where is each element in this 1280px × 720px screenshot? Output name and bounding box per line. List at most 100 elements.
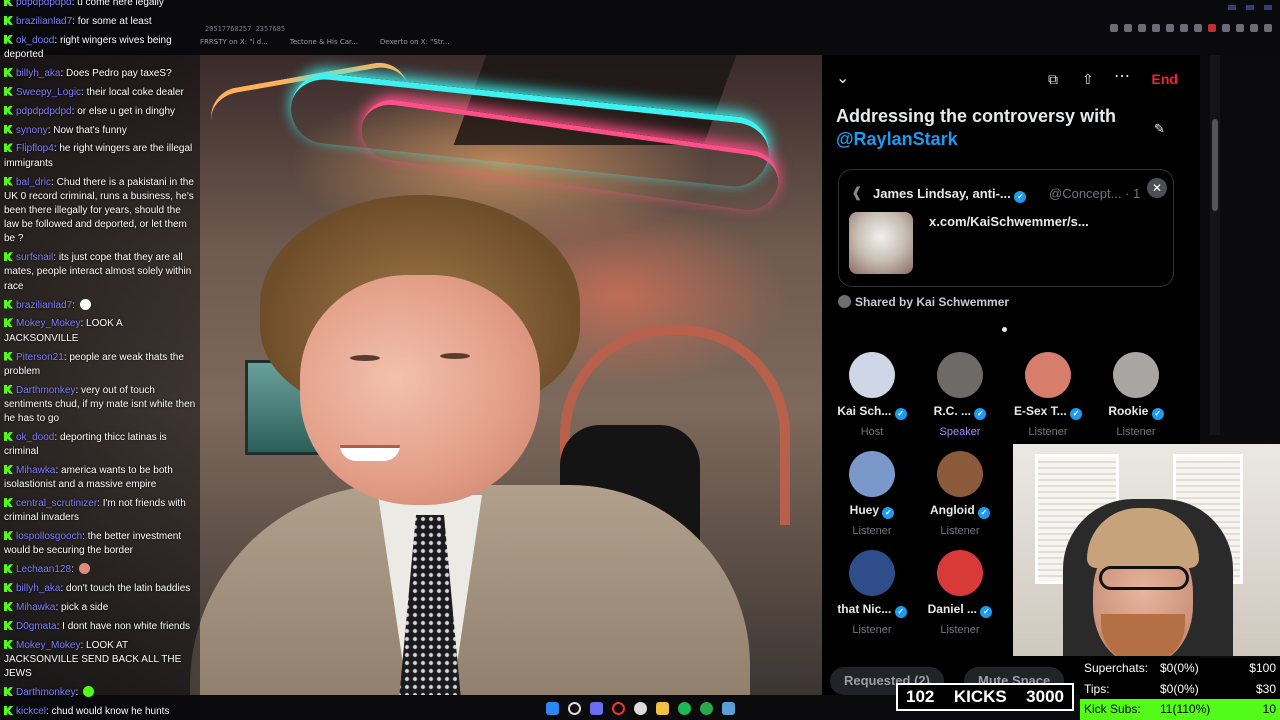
- chat-username[interactable]: ok_dood: [16, 35, 54, 46]
- extension-icon[interactable]: [1124, 24, 1132, 32]
- kick-badge-icon: [4, 583, 13, 593]
- space-participant[interactable]: R.C. ... ✓ Speaker: [916, 352, 1004, 438]
- chat-username[interactable]: Darthmonkey: [16, 687, 75, 698]
- extension-icon[interactable]: [1208, 24, 1216, 32]
- chat-text: I dont have non white friends: [62, 620, 191, 632]
- more-icon[interactable]: ⋯: [1114, 69, 1130, 85]
- chat-username[interactable]: Mihawka: [16, 602, 55, 613]
- chat-username[interactable]: synony: [16, 125, 48, 136]
- chat-message: Flipflop4: he right wingers are the ille…: [4, 143, 193, 169]
- xbox-icon[interactable]: [699, 702, 713, 715]
- chat-username[interactable]: brazilianlad7: [16, 300, 72, 311]
- kick-badge-icon: [4, 34, 13, 44]
- browser-tab[interactable]: Dexerto on X: "Str...: [380, 38, 450, 46]
- chat-username[interactable]: surfsnail: [16, 252, 53, 263]
- space-title-mention[interactable]: @RaylanStark: [836, 128, 1136, 151]
- kick-badge-icon: [4, 105, 13, 115]
- pip-icon[interactable]: ⧉: [1048, 71, 1058, 87]
- verified-icon: ✓: [894, 606, 907, 618]
- chat-username[interactable]: lospollosgooch: [16, 531, 82, 542]
- chat-username[interactable]: central_scrutinizer: [16, 498, 97, 509]
- chat-username[interactable]: bal_dric: [16, 177, 51, 188]
- browser-tab[interactable]: Tectone & His Car...: [290, 38, 358, 46]
- bookmark-icon[interactable]: [1250, 24, 1258, 32]
- kick-badge-icon: [4, 15, 13, 25]
- chat-username[interactable]: billyh_aka: [16, 583, 60, 594]
- extension-icon[interactable]: [1222, 24, 1230, 32]
- chat-username[interactable]: Darthmonkey: [16, 385, 75, 396]
- browser-tab[interactable]: FRRSTY on X: "i d...: [200, 38, 268, 46]
- chat-username[interactable]: Sweepy_Logic: [16, 87, 81, 98]
- chat-username[interactable]: Mokey_Mokey: [16, 640, 80, 651]
- chat-text: u come here legally: [77, 0, 164, 8]
- post-link[interactable]: x.com/KaiSchwemmer/s...: [929, 214, 1089, 229]
- space-participant[interactable]: Angloid ✓ Listener: [916, 451, 1004, 537]
- chat-username[interactable]: ok_dood: [16, 432, 54, 443]
- participant-name-text: R.C. ...: [933, 404, 971, 418]
- chat-username[interactable]: brazilianlad7: [16, 16, 72, 27]
- chat-text: for some at least: [77, 15, 152, 27]
- spotify-icon[interactable]: [677, 702, 691, 715]
- kick-badge-icon: [4, 564, 13, 574]
- chrome-icon[interactable]: [633, 702, 647, 715]
- scrollbar-thumb[interactable]: [1212, 119, 1218, 211]
- minimize-icon[interactable]: [1228, 5, 1236, 10]
- chat-username[interactable]: Mihawka: [16, 465, 55, 476]
- extension-icon[interactable]: [1152, 24, 1160, 32]
- chevron-down-icon[interactable]: ⌄: [836, 71, 849, 87]
- opera-icon[interactable]: [611, 702, 625, 715]
- space-participant[interactable]: Huey ✓ Listener: [828, 451, 916, 537]
- edit-icon[interactable]: ✎: [1154, 121, 1165, 137]
- shield-icon[interactable]: [1166, 24, 1174, 32]
- chat-username[interactable]: Mokey_Mokey: [16, 318, 80, 329]
- chat-username[interactable]: D0gmata: [16, 621, 57, 632]
- space-participant[interactable]: that Nic... ✓ Listener: [828, 550, 916, 636]
- chat-username[interactable]: Lechaan128: [16, 564, 71, 575]
- chat-username[interactable]: pdpdpdpdpd: [16, 106, 72, 117]
- kick-badge-icon: [4, 687, 13, 697]
- chat-message: central_scrutinizer: I'm not friends wit…: [4, 498, 186, 524]
- search-icon[interactable]: [567, 702, 581, 715]
- verified-icon: ✓: [882, 507, 895, 519]
- participant-name: E-Sex T... ✓: [1004, 404, 1092, 420]
- verified-icon: ✓: [974, 408, 987, 420]
- chat-username[interactable]: billyh_aka: [16, 68, 60, 79]
- chat-message: brazilianlad7: for some at least: [4, 15, 196, 29]
- chat-username[interactable]: pdpdpdpdpd: [16, 0, 72, 8]
- chat-message: pdpdpdpdpd: u come here legally: [4, 0, 196, 10]
- extension-icon[interactable]: [1138, 24, 1146, 32]
- streamer-webcam: [1013, 444, 1280, 656]
- steam-icon[interactable]: [721, 702, 735, 715]
- participant-role: Speaker: [939, 426, 981, 438]
- chat-username[interactable]: Piterson21: [16, 352, 64, 363]
- close-icon[interactable]: ✕: [1147, 178, 1167, 198]
- goal-target: 10: [1262, 702, 1276, 717]
- face: [300, 275, 540, 505]
- pinned-post-card[interactable]: ❰ James Lindsay, anti-... ✓ @Concept... …: [838, 169, 1174, 287]
- participant-name: R.C. ... ✓: [916, 404, 1004, 420]
- chat-username[interactable]: Flipflop4: [16, 143, 54, 154]
- participant-name: Daniel ... ✓: [916, 602, 1004, 618]
- zoom-icon[interactable]: [1110, 24, 1118, 32]
- scrollbar[interactable]: [1210, 55, 1220, 435]
- extension-icon[interactable]: [1194, 24, 1202, 32]
- windows-start-icon[interactable]: [545, 702, 559, 715]
- menu-icon[interactable]: [1264, 24, 1272, 32]
- share-icon[interactable]: ⇧: [1082, 71, 1094, 87]
- folder-icon[interactable]: [655, 702, 669, 715]
- participant-role: Listener: [852, 624, 892, 636]
- end-space-button[interactable]: End: [1152, 71, 1178, 87]
- chat-message: bal_dric: Chud there is a pakistani in t…: [4, 176, 194, 245]
- space-participant[interactable]: Rookie ✓ Listener: [1092, 352, 1180, 438]
- play-icon[interactable]: [1180, 24, 1188, 32]
- close-icon[interactable]: [1264, 5, 1272, 10]
- discord-icon[interactable]: [589, 702, 603, 715]
- space-participant[interactable]: Kai Sch... ✓ Host: [828, 352, 916, 438]
- space-participant[interactable]: Daniel ... ✓ Listener: [916, 550, 1004, 636]
- chat-username[interactable]: kickcel: [16, 706, 46, 717]
- maximize-icon[interactable]: [1246, 5, 1254, 10]
- participant-name: Huey ✓: [828, 503, 916, 519]
- extension-icon[interactable]: [1236, 24, 1244, 32]
- space-participant[interactable]: E-Sex T... ✓ Listener: [1004, 352, 1092, 438]
- goal-kick-subs: Kick Subs: 11(110%) 10: [1080, 699, 1280, 720]
